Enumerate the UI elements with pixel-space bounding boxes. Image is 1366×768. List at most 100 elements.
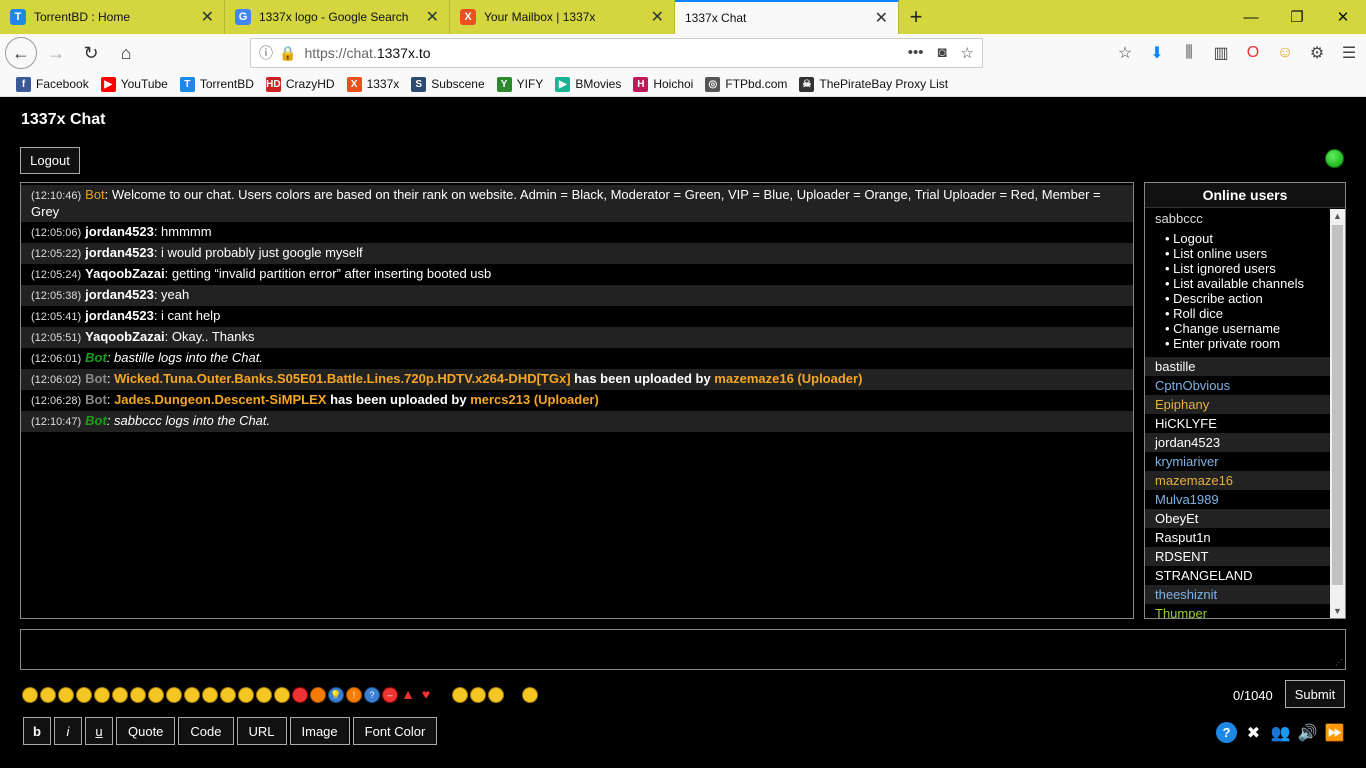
wink-emoticon-icon[interactable]: [58, 687, 74, 703]
online-users-scrollbar[interactable]: ▲ ▼: [1330, 209, 1345, 618]
heart-emoticon-icon[interactable]: ♥: [418, 687, 434, 703]
online-user[interactable]: theeshiznit: [1145, 585, 1331, 604]
reload-button[interactable]: ↻: [75, 37, 107, 69]
message-user[interactable]: YaqoobZazai: [85, 266, 164, 281]
fast-forward-icon[interactable]: ⏩: [1324, 722, 1345, 743]
forward-button[interactable]: →: [40, 37, 72, 69]
emoji-extension-icon[interactable]: ☺: [1274, 44, 1296, 62]
user-menu-item[interactable]: Change username: [1165, 321, 1331, 336]
user-menu-item[interactable]: Logout: [1165, 231, 1331, 246]
message-user[interactable]: jordan4523: [85, 287, 154, 302]
blush-emoticon-icon[interactable]: [220, 687, 236, 703]
tab-2[interactable]: X Your Mailbox | 1337x ✕: [450, 0, 675, 34]
page-actions-icon[interactable]: •••: [908, 44, 924, 62]
devil-emoticon-icon[interactable]: [292, 687, 308, 703]
online-user[interactable]: HiCKLYFE: [1145, 414, 1331, 433]
online-user[interactable]: ObeyEt: [1145, 509, 1331, 528]
sweat-emoticon-icon[interactable]: [274, 687, 290, 703]
idea-emoticon-icon[interactable]: 💡: [328, 687, 344, 703]
bookmark-10[interactable]: ☠ ThePirateBay Proxy List: [799, 76, 948, 92]
online-user[interactable]: Epiphany: [1145, 395, 1331, 414]
exclamation-emoticon-icon[interactable]: !: [346, 687, 362, 703]
scroll-up-icon[interactable]: ▲: [1330, 209, 1345, 224]
bookmarks-manager-icon[interactable]: ☆: [1114, 43, 1136, 63]
online-user[interactable]: mazemaze16: [1145, 471, 1331, 490]
uploader-name[interactable]: mercs213 (Uploader): [470, 392, 599, 407]
message-user[interactable]: Bot: [85, 350, 107, 365]
user-menu-item[interactable]: List available channels: [1165, 276, 1331, 291]
online-user[interactable]: CptnObvious: [1145, 376, 1331, 395]
tab-close-icon[interactable]: ✕: [651, 7, 664, 27]
laugh-emoticon-icon[interactable]: [94, 687, 110, 703]
opera-icon[interactable]: O: [1242, 44, 1264, 62]
bookmark-1[interactable]: ▶ YouTube: [100, 76, 168, 92]
message-user[interactable]: jordan4523: [85, 224, 154, 239]
tab-3[interactable]: 1337x Chat ✕: [675, 0, 899, 34]
format-button[interactable]: u: [85, 717, 113, 745]
neutral-emoticon-icon[interactable]: [112, 687, 128, 703]
message-user[interactable]: jordan4523: [85, 308, 154, 323]
group3-emoticon-icon[interactable]: [488, 687, 504, 703]
user-menu-item[interactable]: Describe action: [1165, 291, 1331, 306]
tongue-emoticon-icon[interactable]: [148, 687, 164, 703]
bookmark-3[interactable]: HD CrazyHD: [265, 76, 335, 92]
menu-icon[interactable]: ☰: [1338, 43, 1360, 63]
cool-emoticon-icon[interactable]: [202, 687, 218, 703]
monkey-emoticon-icon[interactable]: [310, 687, 326, 703]
info-icon[interactable]: ⓘ: [259, 43, 273, 63]
format-button[interactable]: Font Color: [352, 717, 438, 745]
message-user[interactable]: Bot: [85, 392, 107, 407]
bookmark-0[interactable]: f Facebook: [16, 76, 89, 92]
message-input[interactable]: ⋰: [20, 629, 1346, 670]
uploader-name[interactable]: mazemaze16 (Uploader): [714, 371, 862, 386]
format-button[interactable]: Image: [289, 717, 350, 745]
online-user[interactable]: STRANGELAND: [1145, 566, 1331, 585]
bookmark-9[interactable]: ◎ FTPbd.com: [705, 76, 787, 92]
help-icon[interactable]: ?: [1216, 722, 1237, 743]
upload-name[interactable]: Wicked.Tuna.Outer.Banks.S05E01.Battle.Li…: [114, 371, 570, 386]
bookmark-2[interactable]: T TorrentBD: [179, 76, 254, 92]
grin-emoticon-icon[interactable]: [76, 687, 92, 703]
extension-icon[interactable]: ⚙: [1306, 43, 1328, 63]
shock-emoticon-icon[interactable]: [256, 687, 272, 703]
sidebar-icon[interactable]: ▥: [1210, 43, 1232, 63]
online-user[interactable]: Rasput1n: [1145, 528, 1331, 547]
warning-emoticon-icon[interactable]: ▲: [400, 687, 416, 703]
format-button[interactable]: Quote: [116, 717, 176, 745]
online-user[interactable]: RDSENT: [1145, 547, 1331, 566]
sad-emoticon-icon[interactable]: [40, 687, 56, 703]
format-button[interactable]: i: [54, 717, 82, 745]
bookmark-6[interactable]: Y YIFY: [496, 76, 543, 92]
new-tab-button[interactable]: +: [899, 0, 933, 34]
message-user[interactable]: jordan4523: [85, 245, 154, 260]
settings-tools-icon[interactable]: ✖: [1243, 722, 1264, 743]
tab-close-icon[interactable]: ✕: [201, 7, 214, 27]
wave-emoticon-icon[interactable]: [522, 687, 538, 703]
message-user[interactable]: Bot: [85, 187, 105, 202]
question-emoticon-icon[interactable]: ?: [364, 687, 380, 703]
cry-emoticon-icon[interactable]: [238, 687, 254, 703]
home-button[interactable]: ⌂: [110, 37, 142, 69]
tab-1[interactable]: G 1337x logo - Google Search ✕: [225, 0, 450, 34]
glasses-emoticon-icon[interactable]: [166, 687, 182, 703]
scroll-thumb[interactable]: [1332, 225, 1343, 585]
url-bar[interactable]: ⓘ 🔒 https://chat.1337x.to ••• ◙ ☆: [250, 38, 983, 68]
bookmark-8[interactable]: H Hoichoi: [633, 76, 693, 92]
user-menu-item[interactable]: Roll dice: [1165, 306, 1331, 321]
back-button[interactable]: ←: [5, 37, 37, 69]
current-user[interactable]: sabbccc: [1145, 209, 1331, 228]
message-user[interactable]: YaqoobZazai: [85, 329, 164, 344]
logout-button[interactable]: Logout: [20, 147, 80, 174]
online-user[interactable]: bastille: [1145, 357, 1331, 376]
chat-log[interactable]: (12:10:46) Bot: Welcome to our chat. User…: [20, 182, 1134, 619]
submit-button[interactable]: Submit: [1285, 680, 1345, 708]
restore-icon[interactable]: ❐: [1274, 0, 1320, 34]
message-user[interactable]: Bot: [85, 413, 107, 428]
online-user[interactable]: jordan4523: [1145, 433, 1331, 452]
format-button[interactable]: b: [23, 717, 51, 745]
online-user[interactable]: Mulva1989: [1145, 490, 1331, 509]
bookmark-star-icon[interactable]: ☆: [961, 44, 974, 62]
format-button[interactable]: Code: [178, 717, 234, 745]
tab-0[interactable]: T TorrentBD : Home ✕: [0, 0, 225, 34]
format-button[interactable]: URL: [236, 717, 287, 745]
